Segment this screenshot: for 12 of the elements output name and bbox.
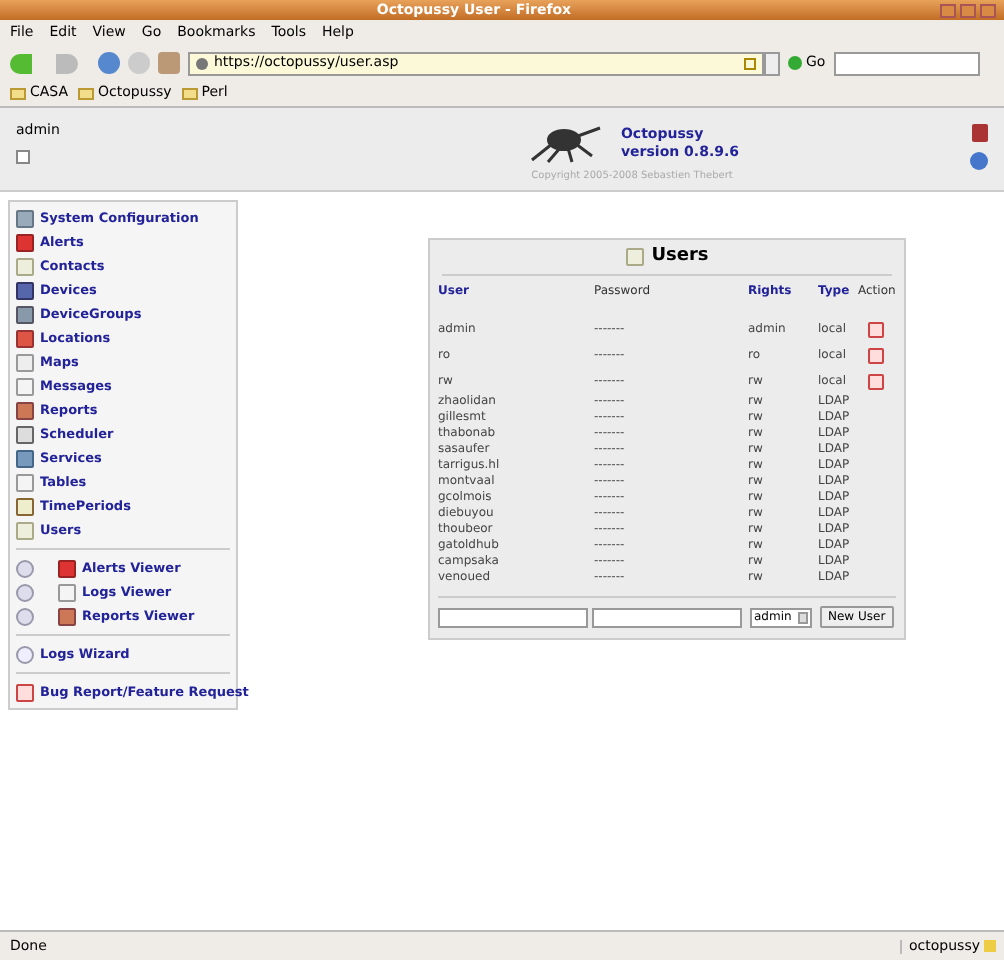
- dropdown-button[interactable]: [764, 51, 780, 75]
- password-field[interactable]: [592, 607, 742, 627]
- close-button[interactable]: [980, 3, 996, 17]
- delete-button[interactable]: [868, 373, 884, 389]
- search-field[interactable]: [833, 51, 980, 75]
- panel-title: Users: [651, 248, 709, 266]
- maximize-button[interactable]: [960, 3, 976, 17]
- toggle-icon[interactable]: [16, 150, 30, 164]
- delete-button[interactable]: [868, 321, 884, 337]
- minimize-button[interactable]: [940, 3, 956, 17]
- username-field[interactable]: [438, 607, 588, 627]
- delete-button[interactable]: [868, 347, 884, 363]
